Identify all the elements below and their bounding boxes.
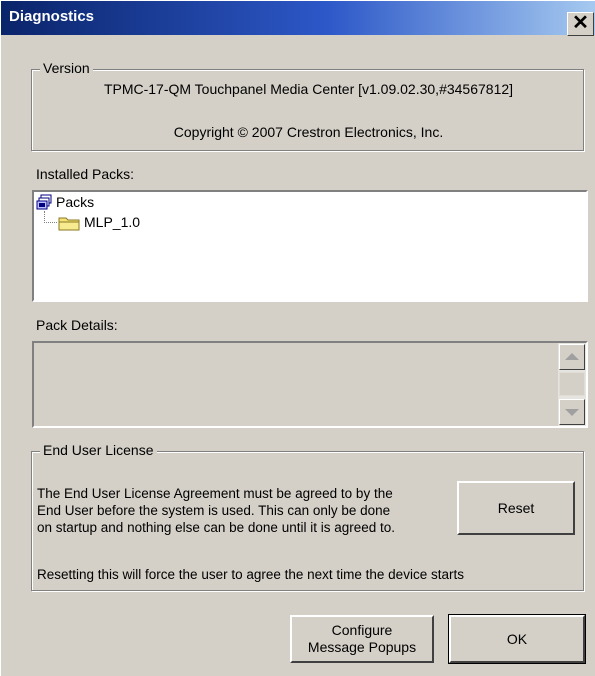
triangle-down-icon (565, 409, 579, 416)
configure-button-label: Configure Message Popups (307, 622, 417, 655)
reset-button-label: Reset (497, 500, 535, 516)
ok-button[interactable]: OK (448, 614, 586, 664)
folder-icon (58, 215, 80, 231)
reset-note: Resetting this will force the user to ag… (37, 567, 464, 582)
packs-icon (36, 194, 52, 210)
scroll-up-button[interactable] (559, 344, 585, 370)
tree-item-label: MLP_1.0 (84, 214, 141, 230)
configure-message-popups-button[interactable]: Configure Message Popups (290, 615, 434, 663)
tree-connector (44, 211, 57, 223)
close-icon: ✕ (572, 12, 589, 34)
close-button[interactable]: ✕ (567, 12, 594, 36)
triangle-up-icon (565, 353, 579, 360)
window-title: Diagnostics (9, 8, 95, 25)
copyright-text: Copyright © 2007 Crestron Electronics, I… (173, 124, 444, 140)
scroll-thumb[interactable] (559, 372, 585, 396)
reset-button[interactable]: Reset (457, 481, 575, 535)
pack-details-field[interactable] (32, 341, 588, 428)
installed-packs-tree[interactable]: Packs MLP_1.0 (32, 190, 588, 302)
pack-details-scrollbar[interactable] (558, 343, 586, 426)
diagnostics-dialog: Diagnostics ✕ Version TPMC-17-QM Touchpa… (0, 0, 595, 676)
license-description: The End User License Agreement must be a… (37, 486, 396, 535)
end-user-license-legend: End User License (40, 442, 157, 458)
title-bar: Diagnostics ✕ (1, 1, 595, 36)
version-legend: Version (40, 60, 93, 76)
end-user-license-group: End User License The End User License Ag… (31, 442, 584, 591)
tree-item-label: Packs (56, 194, 95, 210)
version-group: Version TPMC-17-QM Touchpanel Media Cent… (31, 60, 584, 151)
installed-packs-label: Installed Packs: (36, 166, 135, 182)
product-version-text: TPMC-17-QM Touchpanel Media Center [v1.0… (103, 81, 514, 97)
ok-button-label: OK (506, 631, 528, 647)
pack-details-label: Pack Details: (36, 317, 118, 333)
scroll-down-button[interactable] (559, 399, 585, 425)
